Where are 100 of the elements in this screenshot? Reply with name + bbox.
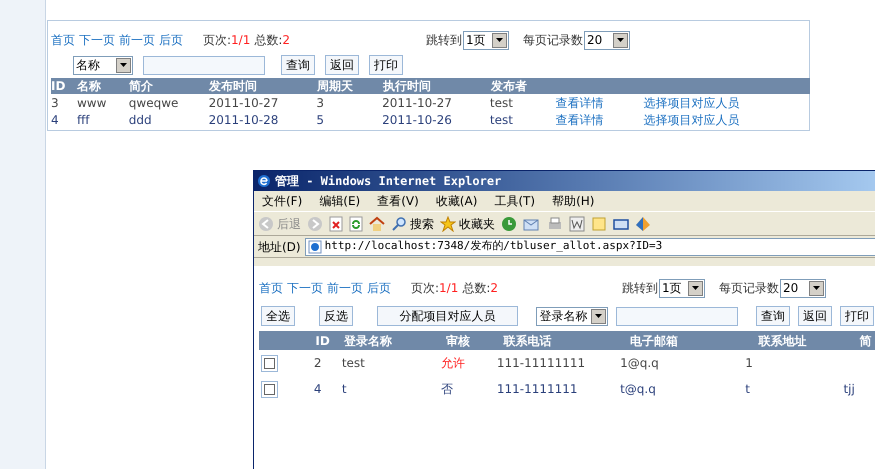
row-link[interactable]: 选择项目对应人员	[643, 110, 810, 128]
approval-status: 否	[440, 381, 454, 398]
table-cell-text: t@q.q	[620, 381, 657, 398]
page-value: 1/1	[231, 32, 250, 49]
table-cell-text: test	[342, 355, 366, 372]
pager-link[interactable]: 前一页	[119, 31, 155, 49]
column-header: 审核	[446, 332, 471, 350]
table-cell-text: qweqwe	[128, 94, 180, 112]
total-label: 总数:	[254, 32, 282, 49]
menu-item[interactable]: 文件(F)	[262, 192, 302, 210]
field-select[interactable]: 登录名称	[536, 306, 608, 326]
dropdown-caret-icon	[492, 32, 508, 48]
action-button[interactable]: 返回	[798, 306, 832, 326]
column-header: 简介	[129, 78, 154, 95]
action-button[interactable]: 查询	[756, 306, 790, 326]
pager-link[interactable]: 后页	[367, 279, 391, 297]
table-cell-text: 1@q.q	[620, 355, 660, 372]
page-select[interactable]: 1页	[463, 30, 510, 50]
star-icon[interactable]	[440, 216, 456, 232]
table-cell-text: 5	[316, 112, 325, 128]
action-button[interactable]: 查询	[281, 55, 315, 75]
page-value: 1/1	[439, 280, 458, 297]
menu-item[interactable]: 帮助(H)	[552, 192, 594, 210]
page-icon	[308, 240, 322, 254]
pager-link[interactable]: 后页	[159, 31, 183, 49]
window-title: 管理 - Windows Internet Explorer	[275, 173, 502, 190]
row-checkbox[interactable]	[261, 354, 278, 372]
jump-label: 跳转到	[426, 32, 462, 49]
page-select[interactable]: 1页	[659, 278, 706, 298]
dropdown-caret-icon	[116, 58, 131, 72]
column-header: ID	[51, 78, 66, 95]
action-button[interactable]: 反选	[319, 306, 353, 326]
column-header: 名称	[77, 78, 102, 95]
table-cell-text: t	[745, 381, 751, 398]
action-button[interactable]: 分配项目对应人员	[377, 306, 518, 326]
menu-item[interactable]: 编辑(E)	[319, 192, 360, 210]
table-cell-text: 2011-10-28	[208, 112, 280, 128]
column-header: 联系电话	[503, 332, 552, 350]
pager-link[interactable]: 下一页	[287, 279, 323, 297]
table-cell-text: www	[76, 94, 108, 112]
row-link[interactable]: 查看详情	[556, 110, 644, 128]
search-icon[interactable]	[391, 216, 407, 232]
action-button[interactable]: 返回	[325, 55, 359, 75]
approval-status: 允许	[440, 355, 466, 372]
row-link[interactable]: 查看详情	[556, 94, 644, 112]
column-header: 周期天	[317, 78, 354, 95]
table-cell-text: 3	[51, 94, 60, 112]
address-field[interactable]: http://localhost:7348/发布的/tbluser_allot.aspx?ID=3	[304, 238, 875, 256]
note-icon[interactable]	[591, 216, 607, 232]
action-button[interactable]: 打印	[840, 306, 874, 326]
table-cell-text: ddd	[128, 112, 153, 128]
search-field[interactable]	[616, 306, 738, 326]
total-value: 2	[282, 32, 290, 49]
shape-icon[interactable]	[635, 216, 651, 232]
table-cell-text: 2011-10-27	[382, 94, 453, 112]
search-field[interactable]	[143, 56, 265, 74]
per-page-select[interactable]: 20	[780, 278, 826, 298]
table-cell-text: tjj	[843, 381, 856, 398]
dropdown-caret-icon	[591, 308, 606, 324]
dropdown-caret-icon	[809, 280, 824, 296]
dropdown-caret-icon	[688, 280, 704, 296]
menu-item[interactable]: 工具(T)	[494, 192, 536, 210]
refresh-icon[interactable]	[349, 216, 363, 232]
document-icon[interactable]	[569, 216, 585, 232]
dropdown-caret-icon	[613, 32, 628, 48]
search-label: 搜索	[410, 216, 434, 232]
home-icon[interactable]	[369, 216, 385, 232]
column-header: 发布者	[491, 78, 528, 95]
table-cell-text: test	[490, 94, 514, 112]
field-select[interactable]: 名称	[73, 56, 133, 74]
per-page-select[interactable]: 20	[584, 30, 630, 50]
column-header: 简	[859, 332, 872, 350]
column-header: 执行时间	[383, 78, 432, 95]
action-button[interactable]: 全选	[261, 306, 295, 326]
per-page-label: 每页记录数	[719, 280, 780, 297]
page-label: 页次:	[203, 32, 232, 49]
table-cell-text: 2011-10-27	[208, 94, 280, 112]
pager-link[interactable]: 下一页	[79, 31, 115, 49]
row-checkbox[interactable]	[261, 380, 278, 398]
table-cell-text: test	[490, 112, 514, 128]
column-header: ID	[315, 332, 331, 350]
menu-item[interactable]: 收藏(A)	[436, 192, 478, 210]
history-icon[interactable]	[501, 216, 517, 232]
table-cell-text: 111-11111111	[496, 355, 586, 372]
column-header: 登录名称	[344, 332, 394, 350]
row-link[interactable]: 选择项目对应人员	[643, 94, 810, 112]
table-cell-text: 111-1111111	[496, 381, 579, 398]
pager-link[interactable]: 首页	[51, 31, 75, 49]
table-cell-text: t	[342, 381, 348, 398]
table-cell-text: 4	[314, 381, 323, 398]
pager-link[interactable]: 前一页	[327, 279, 363, 297]
table-cell-text: 2011-10-26	[382, 112, 453, 128]
action-button[interactable]: 打印	[369, 55, 403, 75]
column-header: 联系地址	[758, 332, 808, 350]
back-label: 后退	[277, 216, 301, 232]
stop-icon[interactable]	[329, 216, 343, 232]
menu-item[interactable]: 查看(V)	[377, 192, 419, 210]
pager-link[interactable]: 首页	[259, 279, 283, 297]
total-label: 总数:	[462, 280, 490, 297]
printer-icon[interactable]	[547, 216, 563, 232]
